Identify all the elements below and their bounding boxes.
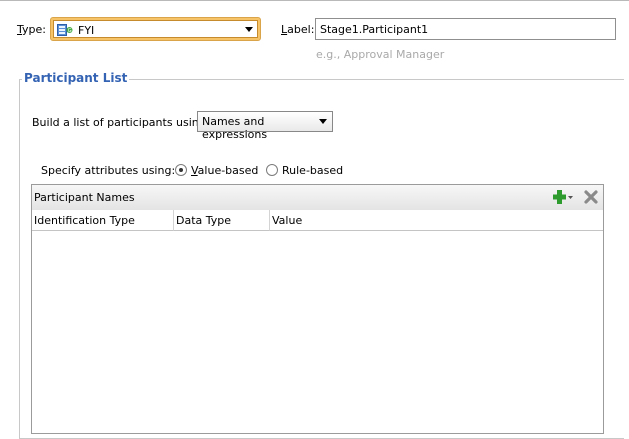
svg-text:G: G [68, 28, 72, 34]
chevron-down-icon[interactable] [245, 27, 253, 32]
type-label: Type: [17, 23, 46, 36]
column-header-data-type[interactable]: Data Type [174, 210, 270, 231]
type-value: FYI [78, 24, 95, 37]
label-input[interactable] [315, 18, 616, 40]
participant-list-title: Participant List [22, 71, 130, 85]
table-toolbar: Participant Names [32, 185, 603, 211]
specify-attributes-label: Specify attributes using: [41, 164, 176, 177]
type-dropdown[interactable]: G FYI [50, 17, 261, 41]
chevron-down-icon[interactable] [319, 119, 327, 124]
rule-based-radio[interactable] [266, 164, 278, 176]
add-icon[interactable] [553, 189, 575, 205]
rule-based-label[interactable]: Rule-based [282, 164, 343, 177]
column-header-value[interactable]: Value [270, 210, 603, 231]
label-hint: e.g., Approval Manager [316, 48, 445, 61]
participant-names-table: Participant Names Identification Type Da… [31, 184, 604, 434]
top-divider [0, 0, 629, 1]
fyi-task-icon: G [57, 24, 73, 36]
label-label: Label: [281, 23, 315, 36]
build-list-value: Names and expressions [202, 115, 268, 141]
build-list-label: Build a list of participants using: [32, 116, 210, 129]
value-based-label[interactable]: Value-based [191, 164, 258, 177]
build-list-dropdown[interactable]: Names and expressions [197, 111, 333, 141]
delete-icon[interactable] [583, 189, 599, 205]
column-header-identification-type[interactable]: Identification Type [32, 210, 174, 231]
value-based-radio[interactable] [175, 164, 187, 176]
table-title: Participant Names [34, 191, 135, 204]
